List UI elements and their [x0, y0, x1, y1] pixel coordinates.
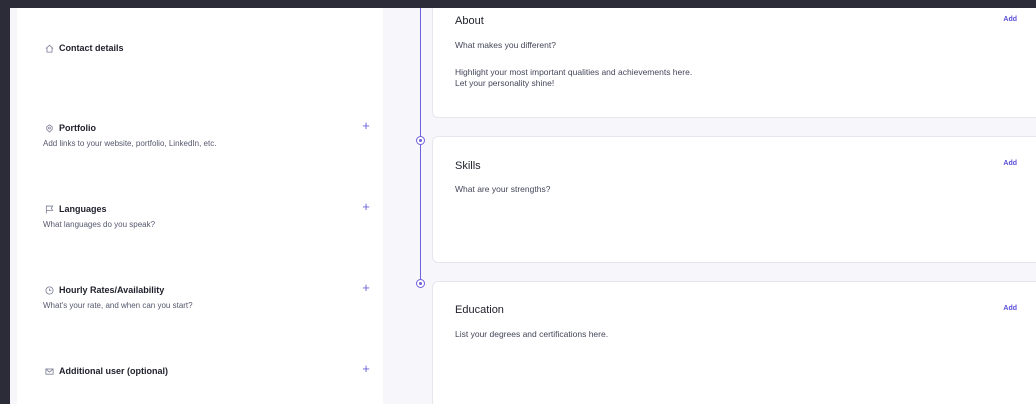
education-title: Education — [455, 304, 504, 316]
about-subtitle: What makes you different? — [455, 40, 556, 50]
add-portfolio-button[interactable]: + — [359, 119, 373, 133]
portfolio-label: Portfolio — [59, 123, 96, 133]
left-panel: Contact details Portfolio Add links to y… — [17, 8, 383, 404]
timeline-dot-skills — [416, 136, 425, 145]
contact-details-title-row: Contact details — [43, 42, 373, 54]
link-icon — [43, 122, 55, 134]
about-add-button[interactable]: Add — [1003, 16, 1017, 23]
languages-section: Languages What languages do you speak? + — [43, 200, 373, 230]
languages-title-row: Languages — [43, 203, 373, 215]
skills-card: Skills Add What are your strengths? — [432, 136, 1036, 263]
portfolio-section: Portfolio Add links to your website, por… — [43, 119, 373, 149]
languages-label: Languages — [59, 204, 107, 214]
skills-title: Skills — [455, 160, 481, 172]
hourly-rates-section: Hourly Rates/Availability What's your ra… — [43, 281, 373, 311]
education-card: Education Add List your degrees and cert… — [432, 281, 1036, 404]
skills-subtitle: What are your strengths? — [455, 184, 551, 194]
hourly-rates-label: Hourly Rates/Availability — [59, 285, 165, 295]
additional-user-section: Additional user (optional) + — [43, 362, 373, 377]
hourly-rates-description: What's your rate, and when can you start… — [43, 301, 193, 310]
app-window: Contact details Portfolio Add links to y… — [0, 0, 1036, 404]
portfolio-description: Add links to your website, portfolio, Li… — [43, 139, 217, 148]
languages-description: What languages do you speak? — [43, 220, 156, 229]
portfolio-title-row: Portfolio — [43, 122, 373, 134]
mail-icon — [43, 365, 55, 377]
clock-icon — [43, 284, 55, 296]
about-card: About Add What makes you different? High… — [432, 8, 1036, 118]
timeline-line — [420, 8, 421, 283]
education-subtitle: List your degrees and certifications her… — [455, 329, 609, 339]
timeline-dot-education — [416, 279, 425, 288]
window-top-border — [0, 0, 1036, 8]
contact-details-label: Contact details — [59, 43, 124, 53]
window-left-border — [0, 0, 10, 404]
education-add-button[interactable]: Add — [1003, 305, 1017, 312]
about-title: About — [455, 15, 484, 27]
about-hint-line-2: Let your personality shine! — [455, 78, 555, 88]
additional-user-label: Additional user (optional) — [59, 366, 168, 376]
additional-user-title-row: Additional user (optional) — [43, 365, 373, 377]
flag-icon — [43, 203, 55, 215]
add-language-button[interactable]: + — [359, 200, 373, 214]
add-additional-user-button[interactable]: + — [359, 362, 373, 376]
home-icon — [43, 42, 55, 54]
skills-add-button[interactable]: Add — [1003, 160, 1017, 167]
profile-editor: Contact details Portfolio Add links to y… — [10, 8, 1036, 404]
contact-details-section[interactable]: Contact details — [43, 42, 373, 54]
add-hourly-rate-button[interactable]: + — [359, 281, 373, 295]
hourly-rates-title-row: Hourly Rates/Availability — [43, 284, 373, 296]
about-hint-line-1: Highlight your most important qualities … — [455, 67, 693, 77]
